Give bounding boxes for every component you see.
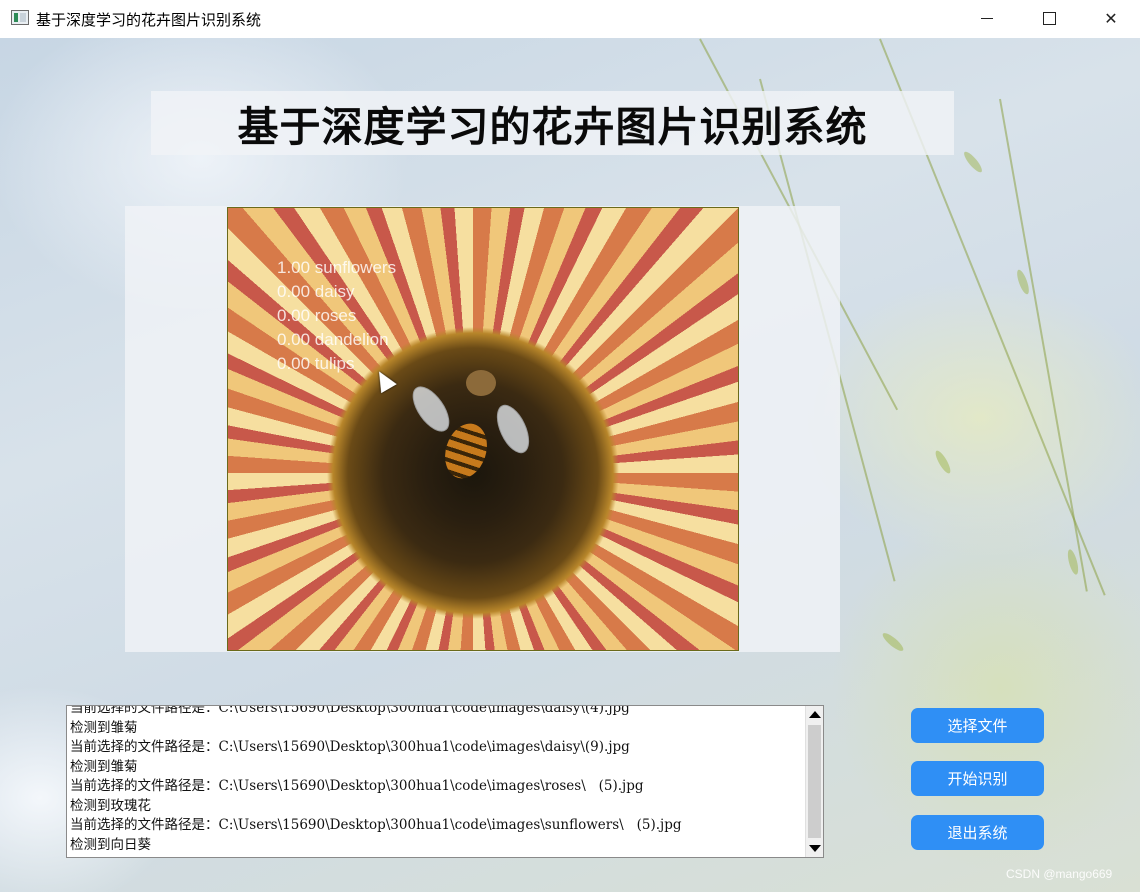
- log-content: 当前选择的文件路径是：C:\Users\15690\Desktop\300hua…: [70, 705, 803, 855]
- arrow-up-icon: [808, 711, 821, 718]
- scroll-down-button[interactable]: [806, 840, 823, 857]
- log-line: 当前选择的文件路径是：C:\Users\15690\Desktop\300hua…: [70, 817, 682, 833]
- prediction-item: 0.00 roses: [277, 306, 357, 325]
- log-line: 检测到雏菊: [70, 719, 138, 736]
- prediction-item: 0.00 dandelion: [277, 330, 389, 349]
- prediction-item: 0.00 daisy: [277, 282, 355, 301]
- page-title: 基于深度学习的花卉图片识别系统: [151, 91, 954, 155]
- scroll-thumb[interactable]: [808, 725, 821, 838]
- main-window: 基于深度学习的花卉图片识别系统 1.00 sunflowers 0.00 dai…: [0, 38, 1140, 892]
- maximize-button[interactable]: [1018, 0, 1080, 36]
- close-icon: ✕: [1104, 8, 1118, 28]
- log-line: 当前选择的文件路径是：C:\Users\15690\Desktop\300hua…: [70, 739, 630, 755]
- bee-head: [466, 370, 496, 396]
- background-leaf: [880, 630, 906, 654]
- scroll-up-button[interactable]: [806, 706, 823, 723]
- select-file-button[interactable]: 选择文件: [911, 708, 1044, 743]
- log-scrollbar[interactable]: [805, 706, 823, 857]
- bee-wing-right: [490, 399, 536, 459]
- background-stem: [999, 98, 1088, 592]
- arrow-down-icon: [808, 845, 821, 852]
- background-leaf: [933, 448, 953, 476]
- minimize-button[interactable]: [956, 0, 1018, 36]
- minimize-icon: [981, 17, 993, 19]
- log-line: 检测到向日葵: [70, 836, 151, 853]
- log-textbox[interactable]: 当前选择的文件路径是：C:\Users\15690\Desktop\300hua…: [66, 705, 824, 858]
- log-line: 当前选择的文件路径是：C:\Users\15690\Desktop\300hua…: [70, 705, 630, 716]
- exit-system-button[interactable]: 退出系统: [911, 815, 1044, 850]
- log-line: 当前选择的文件路径是：C:\Users\15690\Desktop\300hua…: [70, 778, 644, 794]
- watermark: CSDN @mango669: [1006, 867, 1113, 881]
- title-bar: 基于深度学习的花卉图片识别系统 ✕: [0, 0, 1140, 38]
- log-line: 检测到玫瑰花: [70, 797, 151, 814]
- background-leaf: [961, 149, 985, 175]
- flower-image: 1.00 sunflowers 0.00 daisy 0.00 roses 0.…: [227, 207, 739, 651]
- log-line: 检测到雏菊: [70, 758, 138, 775]
- start-recognition-button[interactable]: 开始识别: [911, 761, 1044, 796]
- prediction-item: 1.00 sunflowers: [277, 258, 397, 277]
- maximize-icon: [1042, 11, 1056, 25]
- window-title: 基于深度学习的花卉图片识别系统: [36, 11, 262, 29]
- prediction-list: 1.00 sunflowers 0.00 daisy 0.00 roses 0.…: [277, 256, 396, 376]
- close-button[interactable]: ✕: [1080, 0, 1140, 36]
- app-icon: [11, 10, 29, 25]
- bee-wing-left: [405, 380, 457, 438]
